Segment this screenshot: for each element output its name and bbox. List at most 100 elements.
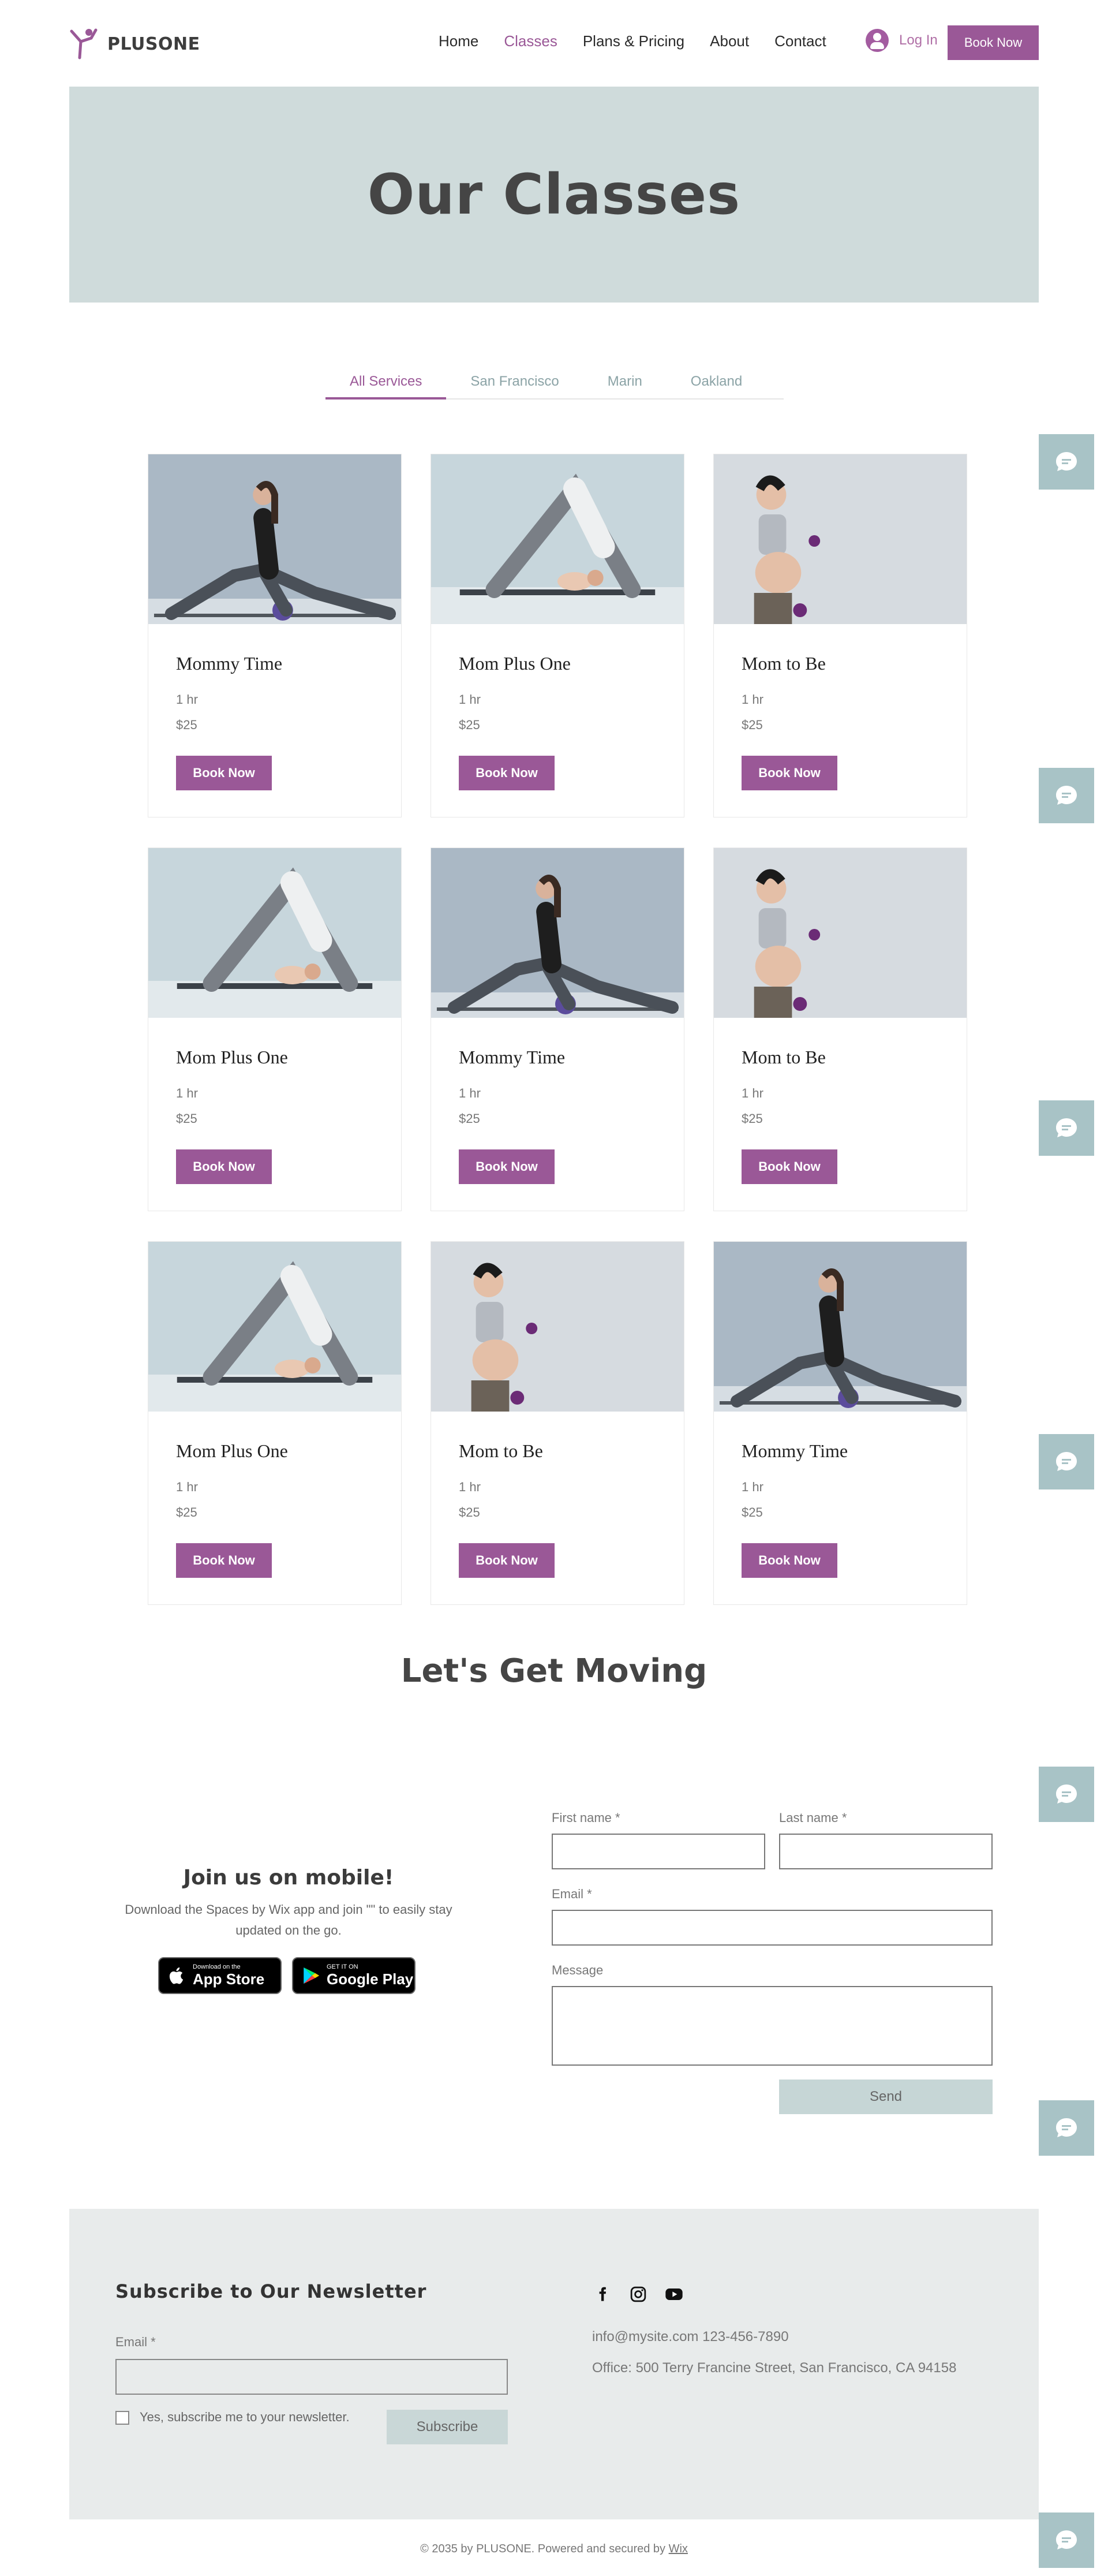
header-book-now-button[interactable]: Book Now [948, 25, 1039, 60]
class-image[interactable] [714, 454, 967, 624]
class-card[interactable]: Mom to Be 1 hr $25 Book Now [713, 454, 967, 817]
chat-icon[interactable] [1039, 1767, 1094, 1822]
book-now-button[interactable]: Book Now [742, 756, 837, 790]
app-store-small-text: Download on the [193, 1963, 241, 1970]
book-now-button[interactable]: Book Now [176, 756, 272, 790]
google-play-small-text: GET IT ON [327, 1963, 358, 1970]
login-button[interactable]: Log In [866, 29, 938, 52]
class-image[interactable] [148, 848, 401, 1018]
youtube-icon[interactable] [664, 2284, 684, 2305]
tab-san-francisco[interactable]: San Francisco [446, 365, 583, 398]
class-title[interactable]: Mom to Be [742, 1047, 826, 1068]
chat-icon[interactable] [1039, 768, 1094, 823]
tab-oakland[interactable]: Oakland [667, 365, 766, 398]
message-label: Message [552, 1963, 604, 1977]
logo[interactable]: PLUSONE [68, 27, 200, 61]
brand-name: PLUSONE [107, 33, 200, 54]
class-title[interactable]: Mom Plus One [176, 1047, 288, 1068]
class-title[interactable]: Mommy Time [742, 1440, 848, 1462]
email-field[interactable] [552, 1910, 993, 1946]
mobile-description: Download the Spaces by Wix app and join … [104, 1899, 473, 1941]
avatar-icon [866, 29, 889, 52]
class-duration: 1 hr [459, 1480, 481, 1494]
class-image[interactable] [714, 1242, 967, 1412]
class-duration: 1 hr [176, 1480, 198, 1494]
tab-marin[interactable]: Marin [583, 365, 667, 398]
class-card[interactable]: Mom Plus One 1 hr $25 Book Now [148, 1241, 402, 1605]
section-title: Let's Get Moving [400, 1652, 708, 1690]
class-duration: 1 hr [176, 692, 198, 707]
mobile-title: Join us on mobile! [183, 1866, 394, 1890]
book-now-button[interactable]: Book Now [459, 1149, 555, 1184]
class-card[interactable]: Mom Plus One 1 hr $25 Book Now [431, 454, 684, 817]
book-now-button[interactable]: Book Now [176, 1149, 272, 1184]
last-name-field[interactable] [779, 1834, 993, 1869]
subscribe-checkbox[interactable] [115, 2411, 129, 2425]
class-image[interactable] [431, 1242, 684, 1412]
class-card[interactable]: Mommy Time 1 hr $25 Book Now [148, 454, 402, 817]
chat-icon[interactable] [1039, 434, 1094, 490]
class-price: $25 [459, 718, 480, 732]
subscribe-checkbox-label: Yes, subscribe me to your newsletter. [140, 2410, 350, 2424]
facebook-icon[interactable] [592, 2284, 613, 2305]
last-name-label: Last name * [779, 1810, 847, 1825]
copyright: © 2035 by PLUSONE. Powered and secured b… [0, 2543, 1108, 2556]
class-title[interactable]: Mom to Be [459, 1440, 543, 1462]
class-duration: 1 hr [742, 1480, 763, 1494]
google-play-big-text: Google Play [327, 1970, 414, 1988]
send-button[interactable]: Send [779, 2080, 993, 2114]
newsletter-email-field[interactable] [115, 2359, 508, 2395]
nav-classes[interactable]: Classes [504, 32, 557, 50]
class-price: $25 [459, 1505, 480, 1520]
class-card[interactable]: Mom to Be 1 hr $25 Book Now [713, 848, 967, 1211]
book-now-button[interactable]: Book Now [742, 1149, 837, 1184]
newsletter-email-label: Email * [115, 2335, 156, 2349]
book-now-button[interactable]: Book Now [459, 1543, 555, 1578]
wix-link[interactable]: Wix [669, 2543, 688, 2555]
site-header: PLUSONE Home Classes Plans & Pricing Abo… [0, 0, 1108, 85]
class-card[interactable]: Mom Plus One 1 hr $25 Book Now [148, 848, 402, 1211]
first-name-label: First name * [552, 1810, 620, 1825]
class-duration: 1 hr [459, 692, 481, 707]
class-card[interactable]: Mommy Time 1 hr $25 Book Now [431, 848, 684, 1211]
chat-icon[interactable] [1039, 2512, 1094, 2568]
book-now-button[interactable]: Book Now [176, 1543, 272, 1578]
class-title[interactable]: Mom to Be [742, 653, 826, 674]
class-price: $25 [459, 1111, 480, 1126]
class-duration: 1 hr [459, 1086, 481, 1100]
class-duration: 1 hr [176, 1086, 198, 1100]
apple-icon [169, 1967, 184, 1984]
class-title[interactable]: Mom Plus One [459, 653, 571, 674]
nav-about[interactable]: About [710, 32, 749, 50]
class-title[interactable]: Mommy Time [176, 653, 282, 674]
class-image[interactable] [431, 848, 684, 1018]
location-tabs: All Services San Francisco Marin Oakland [325, 365, 784, 400]
tab-all-services[interactable]: All Services [325, 365, 447, 400]
subscribe-button[interactable]: Subscribe [387, 2410, 508, 2444]
class-card[interactable]: Mommy Time 1 hr $25 Book Now [713, 1241, 967, 1605]
class-image[interactable] [431, 454, 684, 624]
chat-icon[interactable] [1039, 1100, 1094, 1156]
book-now-button[interactable]: Book Now [459, 756, 555, 790]
class-title[interactable]: Mom Plus One [176, 1440, 288, 1462]
book-now-button[interactable]: Book Now [742, 1543, 837, 1578]
class-image[interactable] [714, 848, 967, 1018]
first-name-field[interactable] [552, 1834, 765, 1869]
copyright-text: © 2035 by PLUSONE. Powered and secured b… [420, 2543, 666, 2555]
instagram-icon[interactable] [628, 2284, 649, 2305]
class-title[interactable]: Mommy Time [459, 1047, 565, 1068]
chat-icon[interactable] [1039, 2100, 1094, 2156]
class-card[interactable]: Mom to Be 1 hr $25 Book Now [431, 1241, 684, 1605]
message-field[interactable] [552, 1986, 993, 2066]
nav-home[interactable]: Home [439, 32, 478, 50]
google-play-button[interactable]: GET IT ON Google Play [292, 1957, 415, 1994]
chat-icon[interactable] [1039, 1434, 1094, 1489]
hero-banner: Our Classes [69, 87, 1039, 303]
app-store-button[interactable]: Download on the App Store [158, 1957, 282, 1994]
nav-plans-pricing[interactable]: Plans & Pricing [583, 32, 684, 50]
main-nav: Home Classes Plans & Pricing About Conta… [439, 32, 852, 50]
class-image[interactable] [148, 1242, 401, 1412]
logo-icon [70, 28, 98, 59]
nav-contact[interactable]: Contact [774, 32, 826, 50]
class-image[interactable] [148, 454, 401, 624]
